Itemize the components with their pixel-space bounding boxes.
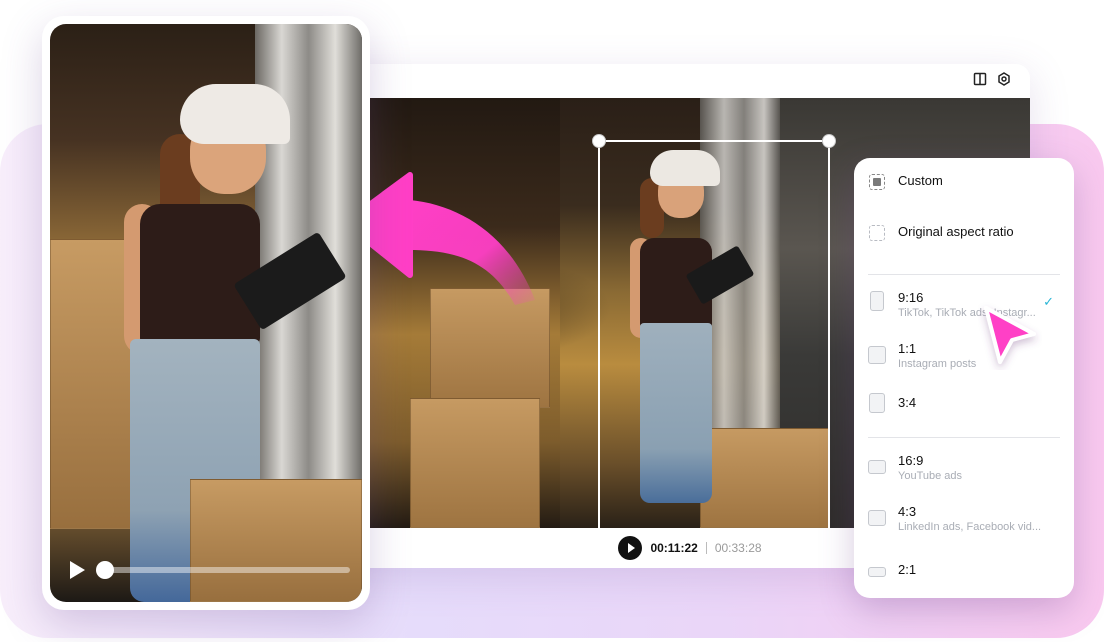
phone-progress-track[interactable]	[96, 561, 350, 579]
pointer-cursor-icon	[984, 306, 1036, 364]
ratio-option-3-4[interactable]: 3:4	[868, 391, 1060, 437]
phone-video[interactable]	[50, 24, 362, 602]
ratio-label: 1:1	[898, 341, 917, 356]
aspect-ratio-panel: Custom Original aspect ratio 9:16 TikTok…	[854, 158, 1074, 598]
play-button[interactable]	[618, 536, 643, 560]
current-time: 00:11:22	[650, 541, 698, 555]
editor-toolbar	[330, 64, 1030, 98]
ratio-2-1-icon	[868, 567, 886, 577]
ratio-description: LinkedIn ads, Facebook vid...	[898, 521, 1042, 533]
custom-crop-icon	[869, 174, 885, 190]
split-view-icon[interactable]	[973, 72, 989, 88]
ratio-label: 2:1	[898, 562, 917, 577]
ratio-option-original[interactable]: Original aspect ratio	[868, 223, 1060, 274]
original-ratio-icon	[869, 225, 885, 241]
ratio-label: 3:4	[898, 395, 917, 410]
crop-handle-top-left[interactable]	[592, 134, 606, 148]
crop-handle-top-right[interactable]	[822, 134, 836, 148]
phone-progress-thumb[interactable]	[96, 561, 114, 579]
phone-preview	[42, 16, 370, 610]
ratio-description: Instagram posts	[898, 358, 977, 370]
total-time: 00:33:28	[714, 541, 762, 555]
video-box	[410, 398, 540, 528]
time-separator	[705, 542, 707, 554]
crop-frame[interactable]	[592, 134, 836, 528]
ratio-3-4-icon	[869, 393, 885, 413]
ratio-16-9-icon	[868, 460, 886, 474]
ratio-label: 4:3	[898, 504, 917, 519]
ratio-4-3-icon	[868, 510, 886, 526]
ratio-label: Custom	[898, 173, 943, 188]
phone-playback-controls	[70, 560, 350, 580]
divider	[868, 274, 1060, 275]
gear-icon[interactable]	[997, 72, 1013, 88]
ratio-label: 16:9	[898, 453, 924, 468]
ratio-option-4-3[interactable]: 4:3 LinkedIn ads, Facebook vid...	[868, 503, 1060, 561]
ratio-option-2-1[interactable]: 2:1	[868, 561, 1060, 612]
curved-arrow-icon	[342, 172, 535, 305]
phone-play-icon[interactable]	[70, 561, 85, 579]
ratio-1-1-icon	[868, 346, 886, 364]
ratio-option-16-9[interactable]: 16:9 YouTube ads	[868, 452, 1060, 503]
phone-box	[190, 479, 362, 602]
ratio-description: YouTube ads	[898, 470, 963, 482]
ratio-label: Original aspect ratio	[898, 224, 1014, 239]
check-icon: ✓	[1043, 294, 1054, 309]
divider	[868, 437, 1060, 438]
ratio-option-custom[interactable]: Custom	[868, 172, 1060, 223]
ratio-9-16-icon	[870, 291, 884, 311]
